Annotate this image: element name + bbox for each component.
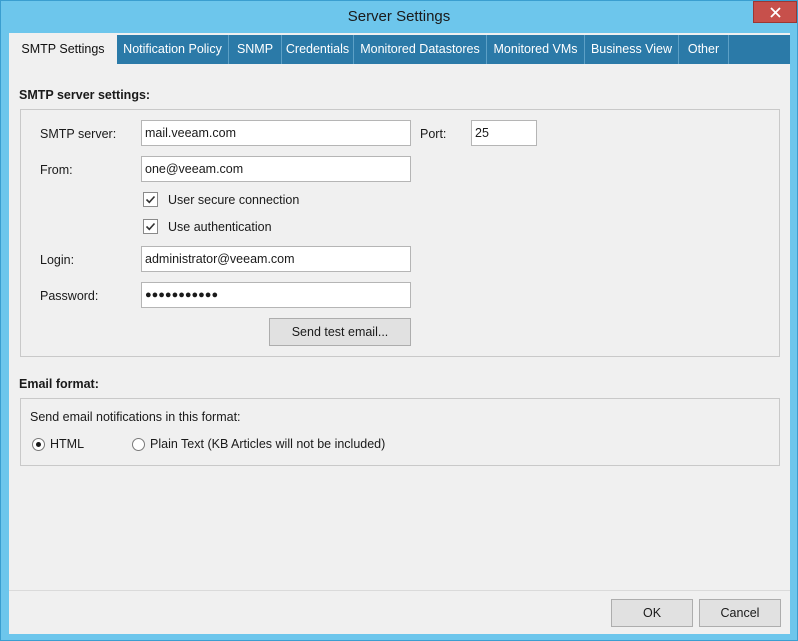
plain-text-format-radio[interactable] bbox=[132, 438, 145, 451]
secure-connection-label[interactable]: User secure connection bbox=[168, 193, 299, 207]
cancel-button[interactable]: Cancel bbox=[699, 599, 781, 627]
tab-credentials[interactable]: Credentials bbox=[282, 35, 354, 64]
secure-connection-checkbox[interactable] bbox=[143, 192, 158, 207]
login-label: Login: bbox=[40, 253, 75, 267]
plain-text-format-label[interactable]: Plain Text (KB Articles will not be incl… bbox=[150, 437, 385, 451]
html-format-label[interactable]: HTML bbox=[50, 437, 84, 451]
html-format-radio[interactable] bbox=[32, 438, 45, 451]
tab-other[interactable]: Other bbox=[679, 35, 729, 64]
smtp-server-input[interactable] bbox=[141, 120, 411, 146]
smtp-settings-group: SMTP server: Port: From: User secure con… bbox=[20, 109, 780, 357]
email-format-group: Send email notifications in this format:… bbox=[20, 398, 780, 466]
email-format-heading: Email format: bbox=[19, 377, 99, 391]
title-bar[interactable]: Server Settings bbox=[1, 1, 797, 33]
password-label: Password: bbox=[40, 289, 99, 303]
dialog-footer: OK Cancel bbox=[9, 590, 790, 634]
tab-smtp-settings[interactable]: SMTP Settings bbox=[9, 34, 117, 65]
server-settings-window: Server Settings SMTP Settings Notificati… bbox=[0, 0, 798, 641]
dialog-client-area: SMTP Settings Notification Policy SNMP C… bbox=[9, 33, 790, 634]
smtp-section-heading: SMTP server settings: bbox=[19, 88, 151, 102]
close-button[interactable] bbox=[753, 1, 797, 23]
checkmark-icon bbox=[145, 222, 156, 231]
tab-snmp[interactable]: SNMP bbox=[229, 35, 282, 64]
tab-content-smtp: SMTP server settings: SMTP server: Port:… bbox=[9, 64, 790, 588]
use-authentication-checkbox[interactable] bbox=[143, 219, 158, 234]
from-input[interactable] bbox=[141, 156, 411, 182]
tab-notification-policy[interactable]: Notification Policy bbox=[117, 35, 229, 64]
use-authentication-label[interactable]: Use authentication bbox=[168, 220, 272, 234]
tab-monitored-datastores[interactable]: Monitored Datastores bbox=[354, 35, 487, 64]
login-input[interactable] bbox=[141, 246, 411, 272]
tab-monitored-vms[interactable]: Monitored VMs bbox=[487, 35, 585, 64]
window-title: Server Settings bbox=[347, 8, 451, 25]
password-input[interactable]: ●●●●●●●●●●● bbox=[141, 282, 411, 308]
email-format-prompt: Send email notifications in this format: bbox=[30, 410, 241, 424]
smtp-server-label: SMTP server: bbox=[40, 127, 117, 141]
checkmark-icon bbox=[145, 195, 156, 204]
port-label: Port: bbox=[420, 127, 447, 141]
from-label: From: bbox=[40, 163, 73, 177]
ok-button[interactable]: OK bbox=[611, 599, 693, 627]
send-test-email-button[interactable]: Send test email... bbox=[269, 318, 411, 346]
tab-business-view[interactable]: Business View bbox=[585, 35, 679, 64]
close-icon bbox=[769, 6, 781, 18]
tab-strip: SMTP Settings Notification Policy SNMP C… bbox=[9, 34, 790, 65]
port-input[interactable] bbox=[471, 120, 537, 146]
